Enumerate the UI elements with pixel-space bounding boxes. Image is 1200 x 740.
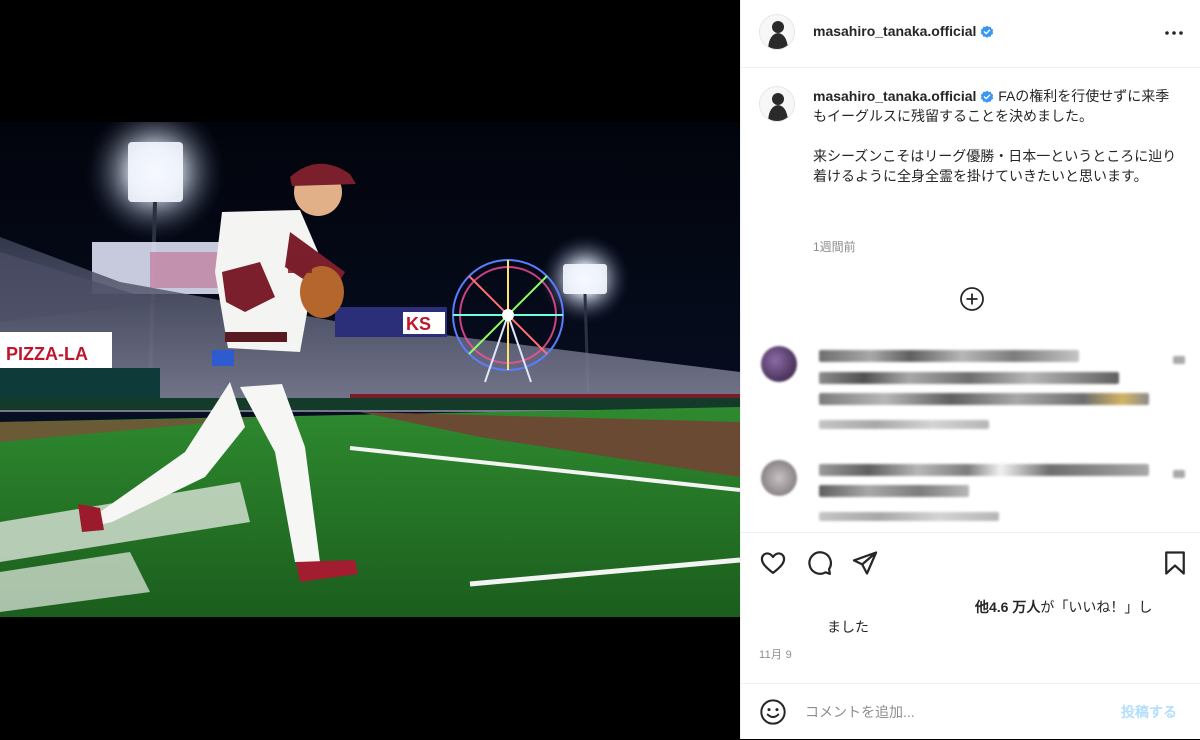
comment-text-redacted (819, 485, 969, 497)
likes-summary[interactable]: 他4.6 万人が「いいね！」し (975, 596, 1185, 618)
verified-badge-icon (981, 90, 994, 104)
heart-icon (760, 552, 786, 575)
avatar-silhouette-icon (760, 87, 794, 121)
banner-ks-text: KS (406, 314, 431, 334)
instagram-post-view: KS PIZZA-LA masahiro_tanaka.official mas… (0, 0, 1200, 739)
post-media[interactable]: KS PIZZA-LA (0, 0, 740, 739)
smiley-icon (760, 699, 786, 725)
commenter-avatar[interactable] (761, 346, 797, 382)
stadium-photo-illustration: KS PIZZA-LA (0, 122, 740, 617)
like-button[interactable] (759, 549, 787, 577)
header-username-text[interactable]: masahiro_tanaka.official (813, 23, 976, 39)
comment-like-icon-redacted[interactable] (1173, 356, 1185, 364)
comment-text-redacted (819, 464, 1149, 476)
likes-prefix: 他 (975, 599, 989, 615)
comment-text-redacted (819, 372, 1119, 384)
more-horizontal-icon (1165, 31, 1183, 35)
likes-summary-line2: ました (827, 619, 869, 635)
likes-suffix: が「いいね！」し (1040, 599, 1153, 615)
comment-meta-redacted (819, 512, 999, 521)
comment-meta-redacted (819, 420, 989, 429)
load-more-comments-button[interactable] (959, 286, 985, 312)
post-photo: KS PIZZA-LA (0, 122, 740, 617)
caption-avatar[interactable] (759, 86, 795, 122)
likes-count[interactable]: 4.6 万人 (989, 599, 1040, 615)
post-side-panel: masahiro_tanaka.official masahiro_tanaka… (740, 0, 1200, 739)
commenter-avatar[interactable] (761, 460, 797, 496)
comments-divider (741, 532, 1200, 533)
save-button[interactable] (1161, 549, 1189, 577)
post-date[interactable]: 11月 9 (759, 646, 792, 662)
comment-like-icon-redacted[interactable] (1173, 470, 1185, 478)
comment-input[interactable] (805, 702, 1095, 722)
verified-badge-icon (981, 25, 994, 39)
post-caption: masahiro_tanaka.official FAの権利を行使せずに来季もイ… (813, 86, 1183, 186)
plus-circle-icon (960, 287, 984, 311)
bookmark-icon (1165, 551, 1185, 575)
emoji-button[interactable] (759, 698, 787, 726)
author-avatar[interactable] (759, 14, 795, 50)
caption-timestamp[interactable]: 1週間前 (813, 238, 856, 255)
caption-paragraph-2: 来シーズンこそはリーグ優勝・日本一というところに辿り着けるように全身全霊を掛けて… (813, 146, 1183, 186)
paper-plane-icon (852, 551, 878, 575)
comment-button[interactable] (805, 549, 833, 577)
banner-pizza-text: PIZZA-LA (6, 344, 88, 364)
caption-paragraph-1: masahiro_tanaka.official FAの権利を行使せずに来季もイ… (813, 86, 1183, 126)
comment-text-redacted (819, 393, 1149, 405)
caption-text-2: 来シーズンこそはリーグ優勝・日本一というところに辿り着けるように全身全霊を掛けて… (813, 148, 1177, 184)
add-comment-bar: 投稿する (741, 683, 1200, 740)
comment-text-redacted (819, 350, 1079, 362)
comment-bubble-icon (808, 551, 832, 575)
share-button[interactable] (851, 549, 879, 577)
more-options-button[interactable] (1159, 22, 1189, 42)
post-comment-button[interactable]: 投稿する (1121, 702, 1177, 722)
avatar-silhouette-icon (760, 15, 794, 49)
caption-username[interactable]: masahiro_tanaka.official (813, 88, 976, 104)
header-divider (741, 67, 1200, 68)
header-username[interactable]: masahiro_tanaka.official (813, 23, 994, 39)
